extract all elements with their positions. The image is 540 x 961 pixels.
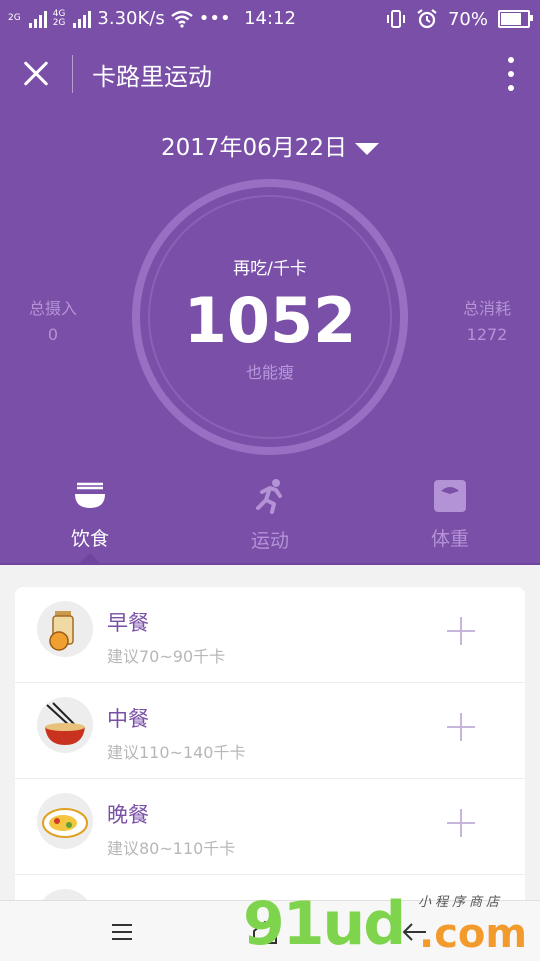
total-intake-value: 0 (47, 325, 59, 344)
tab-weight[interactable]: 体重 (360, 478, 540, 551)
status-bar: 2G 4G 2G 3.30K/s ••• 14:12 70% (0, 0, 540, 38)
meal-suggestion: 建议80~110千卡 (107, 839, 236, 858)
close-button[interactable] (18, 55, 54, 91)
alarm-icon (417, 9, 437, 29)
tab-exercise-label: 运动 (250, 530, 289, 552)
battery-percent: 70% (447, 8, 488, 30)
remaining-caption: 也能瘦 (245, 363, 294, 382)
more-options-button[interactable] (506, 57, 516, 91)
total-intake: 总摄入 0 (18, 295, 88, 344)
back-arrow-icon (402, 923, 426, 941)
date-selector[interactable]: 2017年06月22日 (0, 128, 540, 162)
meal-suggestion: 建议110~140千卡 (107, 743, 246, 762)
remaining-label: 再吃/千卡 (233, 259, 307, 279)
tab-exercise[interactable]: 运动 (180, 478, 360, 553)
total-burn-value: 1272 (466, 325, 508, 344)
scale-icon (434, 480, 466, 512)
header-bottom-band (0, 563, 540, 565)
home-icon (253, 920, 277, 944)
nav-home-button[interactable] (250, 919, 290, 945)
meal-suggestion: 建议70~90千卡 (107, 647, 226, 666)
nav-back-button[interactable] (400, 919, 440, 945)
tab-weight-label: 体重 (430, 528, 469, 550)
meal-row-dinner[interactable]: 晚餐 建议80~110千卡 (15, 779, 525, 875)
vibrate-icon (386, 10, 405, 28)
meal-name: 中餐 (107, 707, 149, 731)
tab-bar: 饮食 运动 体重 (0, 478, 540, 558)
status-right: 70% (386, 8, 533, 30)
active-tab-indicator (80, 553, 100, 563)
total-burn-label: 总消耗 (462, 299, 511, 318)
battery-icon (498, 10, 533, 28)
food-bowl-icon (75, 482, 105, 508)
meal-row-lunch[interactable]: 中餐 建议110~140千卡 (15, 683, 525, 779)
meal-row-breakfast[interactable]: 早餐 建议70~90千卡 (15, 587, 525, 683)
breakfast-icon (37, 601, 93, 657)
running-icon (256, 479, 282, 514)
tab-diet-label: 饮食 (70, 528, 109, 550)
header-panel: 2G 4G 2G 3.30K/s ••• 14:12 70% 卡路里运动 201… (0, 0, 540, 565)
page-title: 卡路里运动 (92, 63, 212, 91)
tab-diet[interactable]: 饮食 (0, 478, 180, 551)
app-bar: 卡路里运动 (0, 45, 540, 105)
date-label: 2017年06月22日 (160, 135, 348, 161)
add-breakfast-button[interactable] (447, 617, 475, 645)
dinner-icon (37, 793, 93, 849)
meal-card: 早餐 建议70~90千卡 中餐 建议110~140千卡 晚餐 建议80~110千… (15, 587, 525, 927)
total-burn: 总消耗 1272 (452, 295, 522, 344)
nav-menu-button[interactable] (102, 919, 142, 945)
lunch-icon (37, 697, 93, 753)
meal-name: 晚餐 (107, 803, 149, 827)
total-intake-label: 总摄入 (28, 299, 77, 318)
meal-name: 早餐 (107, 611, 149, 635)
add-dinner-button[interactable] (447, 809, 475, 837)
dropdown-triangle-icon (355, 142, 380, 155)
add-lunch-button[interactable] (447, 713, 475, 741)
system-nav-bar (0, 900, 540, 961)
appbar-divider (72, 55, 73, 93)
